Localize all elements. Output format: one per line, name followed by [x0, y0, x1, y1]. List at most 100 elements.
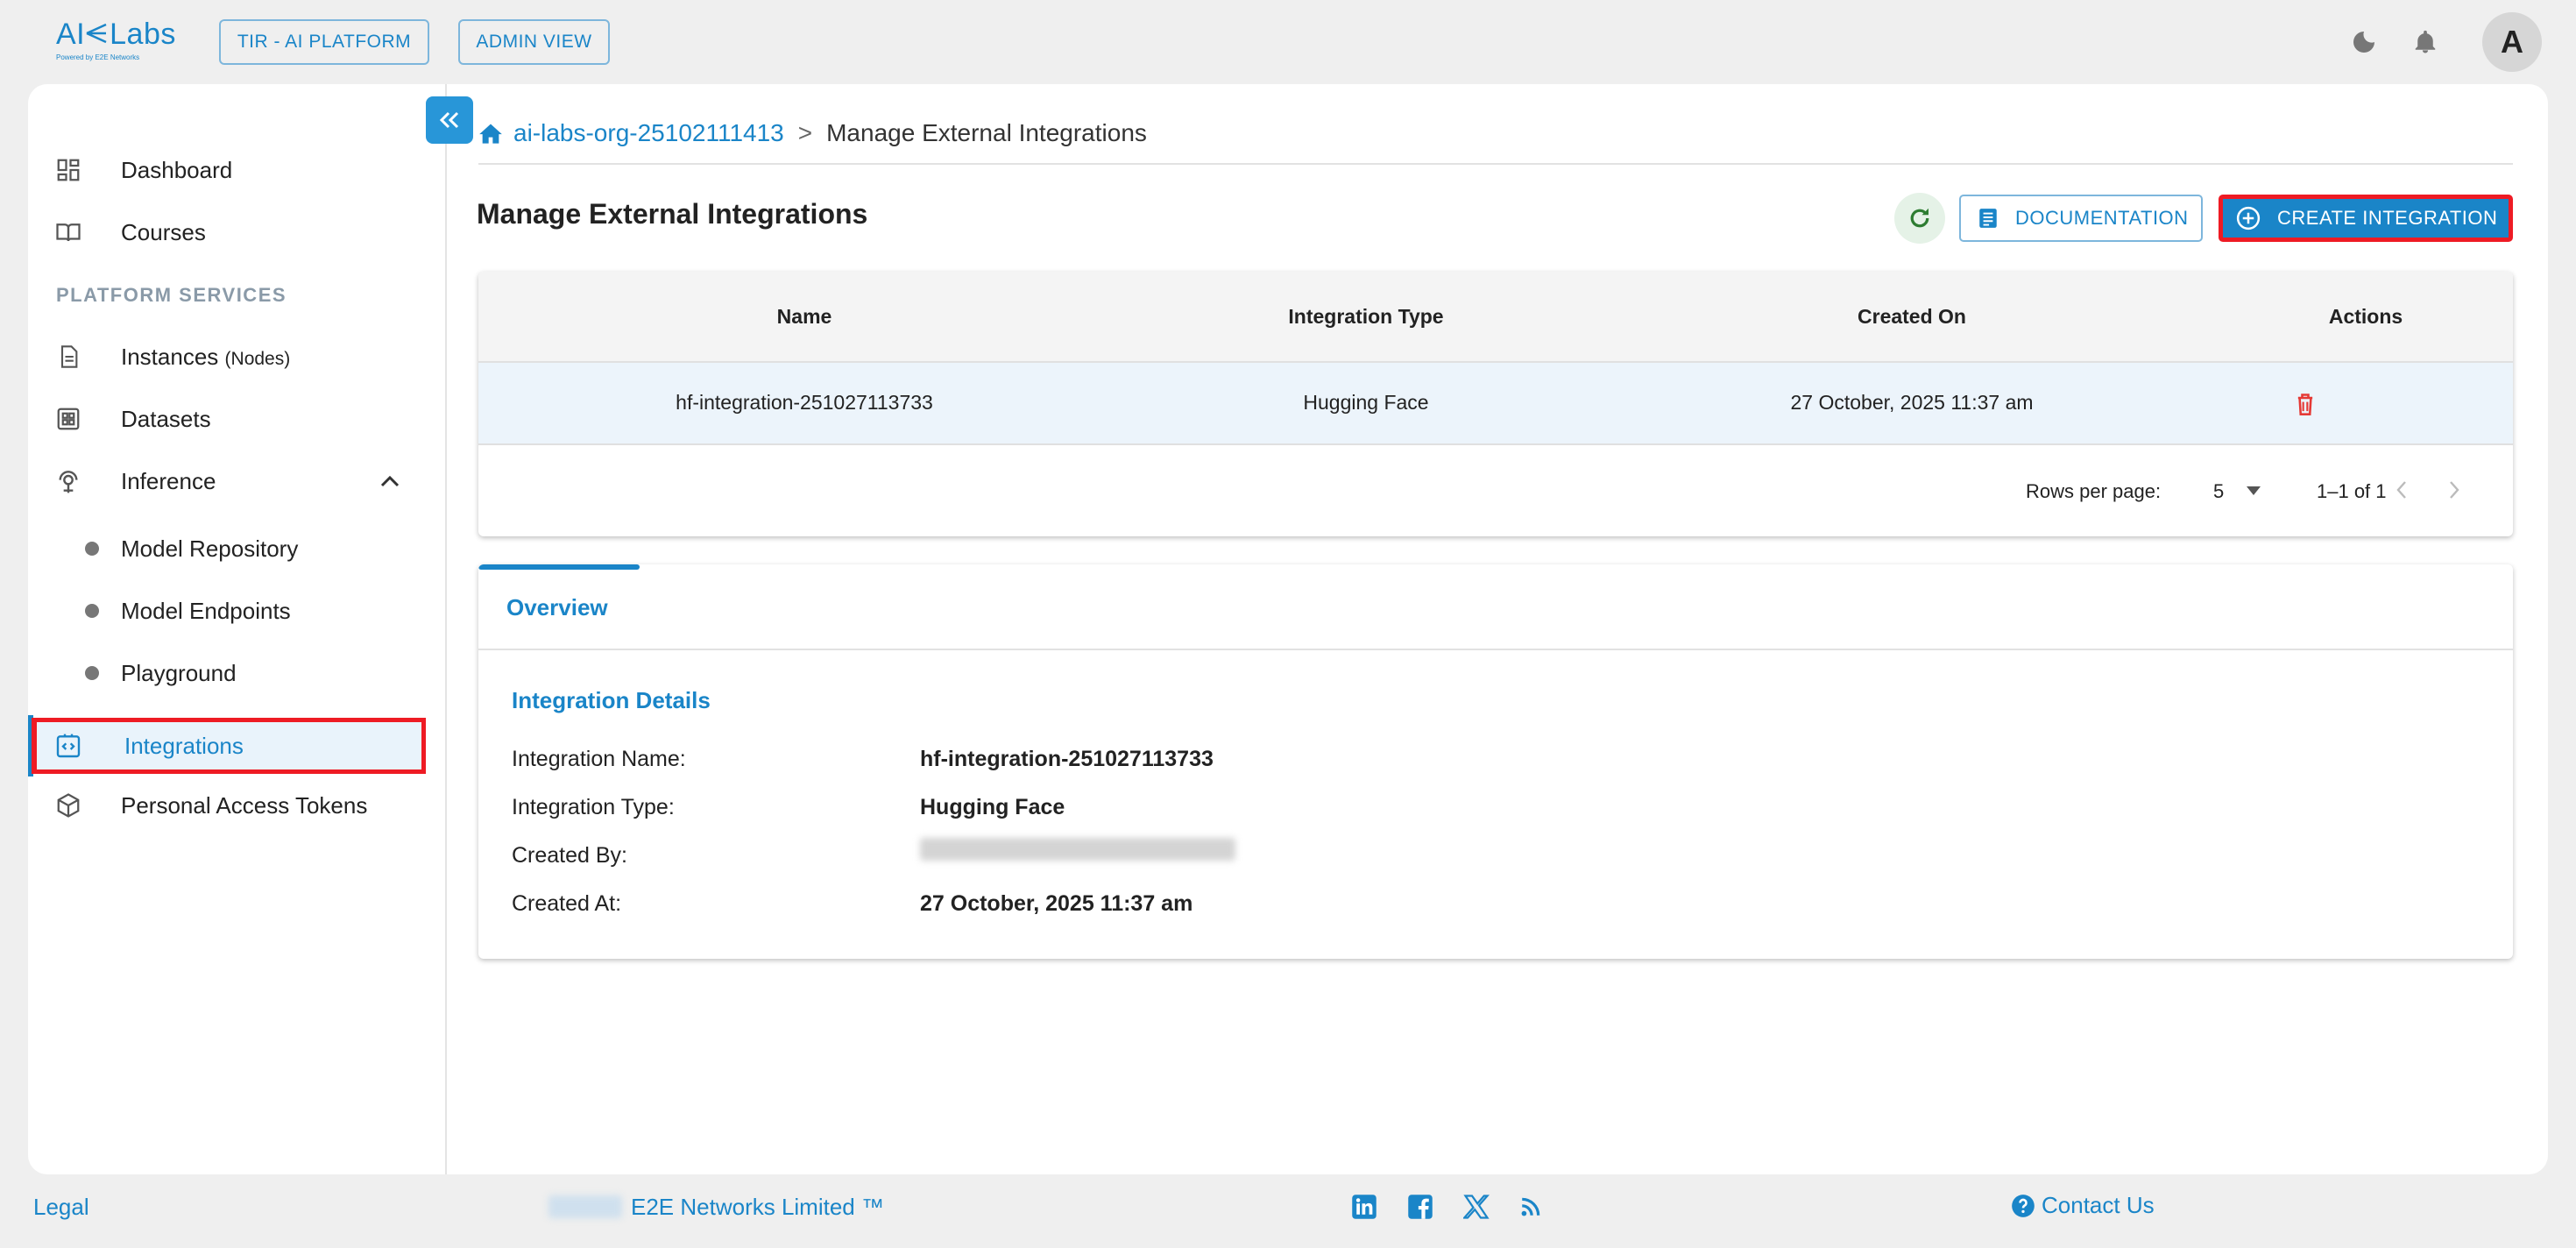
token-cube-icon — [53, 790, 84, 821]
facebook-icon[interactable] — [1405, 1192, 1435, 1222]
integrations-table: Name Integration Type Created On Actions… — [478, 272, 2513, 536]
label-created-at: Created At: — [512, 891, 622, 916]
admin-view-button[interactable]: ADMIN VIEW — [458, 19, 610, 65]
platform-services-label: PLATFORM SERVICES — [56, 284, 287, 306]
instances-label: Instances — [121, 343, 219, 370]
breadcrumb: ai-labs-org-25102111413 > Manage Externa… — [478, 116, 1147, 151]
inference-icon — [53, 465, 84, 497]
next-page-chevron-icon[interactable] — [2441, 477, 2467, 503]
breadcrumb-current: Manage External Integrations — [826, 119, 1147, 146]
label-integration-name: Integration Name: — [512, 747, 686, 771]
footer: Legal E2E Networks Limited ™ Contact Us — [0, 1174, 2576, 1248]
collapse-sidebar-button[interactable] — [426, 96, 473, 144]
sidebar-item-label: Model Repository — [121, 535, 299, 562]
logo-spark-icon — [85, 18, 110, 52]
sidebar-item-model-repository[interactable]: Model Repository — [28, 523, 447, 574]
sidebar-item-courses[interactable]: Courses — [28, 207, 447, 258]
home-icon[interactable] — [478, 120, 505, 146]
label-integration-type: Integration Type: — [512, 795, 675, 819]
sidebar-item-inference[interactable]: Inference — [28, 456, 447, 507]
sidebar-item-label: Courses — [121, 218, 206, 245]
create-integration-button[interactable]: CREATE INTEGRATION — [2223, 199, 2509, 238]
dashboard-icon — [53, 154, 84, 186]
column-header-integration-type[interactable]: Integration Type — [1288, 305, 1443, 329]
refresh-icon — [1910, 208, 1929, 228]
sidebar-item-label: Playground — [121, 659, 237, 686]
sidebar-item-label: Datasets — [121, 405, 211, 432]
bullet-dot-icon — [85, 666, 99, 680]
ai-labs-logo[interactable]: AI Labs Powered by E2E Networks — [56, 18, 175, 72]
column-header-actions: Actions — [2328, 305, 2403, 328]
tir-platform-button[interactable]: TIR - AI PLATFORM — [219, 19, 429, 65]
legal-link[interactable]: Legal — [33, 1194, 89, 1221]
user-avatar[interactable]: A — [2482, 12, 2542, 72]
sidebar-item-playground[interactable]: Playground — [28, 648, 447, 698]
sidebar-item-label: Integrations — [124, 732, 244, 759]
cell-name: hf-integration-251027113733 — [676, 391, 933, 414]
logo-text-left: AI — [56, 18, 86, 51]
cell-created-on: 27 October, 2025 11:37 am — [1790, 391, 2034, 414]
sidebar-item-dashboard[interactable]: Dashboard — [28, 145, 447, 195]
open-book-icon — [53, 216, 84, 248]
page-title: Manage External Integrations — [477, 198, 868, 230]
tab-divider — [478, 649, 2513, 650]
documentation-label: DOCUMENTATION — [2015, 207, 2189, 229]
help-question-icon — [2010, 1193, 2036, 1219]
value-integration-name: hf-integration-251027113733 — [920, 747, 1214, 771]
table-header: Name Integration Type Created On Actions — [478, 272, 2513, 363]
notifications-bell-icon[interactable] — [2408, 25, 2443, 60]
bullet-dot-icon — [85, 542, 99, 556]
contact-us-label: Contact Us — [2042, 1192, 2155, 1218]
linkedin-icon[interactable] — [1349, 1192, 1379, 1222]
refresh-button[interactable] — [1894, 193, 1945, 244]
rss-feed-icon[interactable] — [1516, 1192, 1546, 1222]
tab-overview[interactable]: Overview — [506, 594, 608, 621]
company-name: E2E Networks Limited ™ — [631, 1194, 884, 1220]
column-header-created-on[interactable]: Created On — [1858, 305, 1966, 329]
contact-us-link[interactable]: Contact Us — [2010, 1192, 2155, 1219]
blurred-footer-text — [548, 1195, 622, 1218]
chevron-up-icon[interactable] — [374, 465, 406, 497]
details-title: Integration Details — [512, 687, 711, 713]
table-pagination: Rows per page: 5 1–1 of 1 — [478, 445, 2513, 536]
rows-per-page-label: Rows per page: — [2026, 480, 2162, 502]
sidebar-item-label: Personal Access Tokens — [121, 791, 368, 819]
value-integration-type: Hugging Face — [920, 795, 1065, 819]
sidebar-item-model-endpoints[interactable]: Model Endpoints — [28, 585, 447, 636]
create-integration-label: CREATE INTEGRATION — [2277, 207, 2498, 229]
logo-text: AI Labs — [56, 18, 175, 52]
column-header-name[interactable]: Name — [777, 305, 832, 329]
pagination-range: 1–1 of 1 — [2317, 480, 2387, 502]
cell-integration-type: Hugging Face — [1303, 391, 1429, 414]
breadcrumb-org-link[interactable]: ai-labs-org-25102111413 — [513, 119, 784, 147]
delete-trash-icon[interactable] — [2290, 389, 2320, 419]
rows-per-page-select[interactable]: 5 — [2213, 480, 2224, 503]
breadcrumb-divider — [478, 163, 2513, 165]
top-bar: AI Labs Powered by E2E Networks TIR - AI … — [0, 0, 2576, 84]
dark-mode-moon-icon[interactable] — [2346, 25, 2381, 60]
documentation-button[interactable]: DOCUMENTATION — [1959, 195, 2203, 242]
previous-page-chevron-icon[interactable] — [2388, 477, 2415, 503]
value-created-at: 27 October, 2025 11:37 am — [920, 891, 1193, 916]
logo-subtitle: Powered by E2E Networks — [56, 53, 140, 61]
grid-box-icon — [53, 403, 84, 435]
document-icon — [53, 341, 84, 372]
sidebar-item-datasets[interactable]: Datasets — [28, 394, 447, 444]
sidebar: Dashboard Courses PLATFORM SERVICES Inst… — [28, 84, 447, 1174]
label-created-by: Created By: — [512, 843, 628, 868]
breadcrumb-separator: > — [797, 119, 813, 146]
sidebar-item-label: Dashboard — [121, 156, 233, 183]
integration-code-icon — [53, 730, 84, 762]
x-twitter-icon[interactable] — [1461, 1192, 1491, 1222]
sidebar-item-integrations[interactable]: Integrations — [28, 720, 447, 771]
instances-suffix: (Nodes) — [224, 348, 291, 369]
caret-down-icon[interactable] — [2245, 484, 2262, 498]
tab-indicator — [478, 564, 640, 570]
table-row[interactable]: hf-integration-251027113733 Hugging Face… — [478, 363, 2513, 445]
sidebar-item-personal-access-tokens[interactable]: Personal Access Tokens — [28, 780, 447, 831]
sidebar-item-instances[interactable]: Instances (Nodes) — [28, 331, 447, 382]
add-circle-icon — [2236, 206, 2261, 230]
blurred-created-by-value — [920, 838, 1235, 861]
bullet-dot-icon — [85, 604, 99, 618]
main-card: Dashboard Courses PLATFORM SERVICES Inst… — [28, 84, 2548, 1174]
